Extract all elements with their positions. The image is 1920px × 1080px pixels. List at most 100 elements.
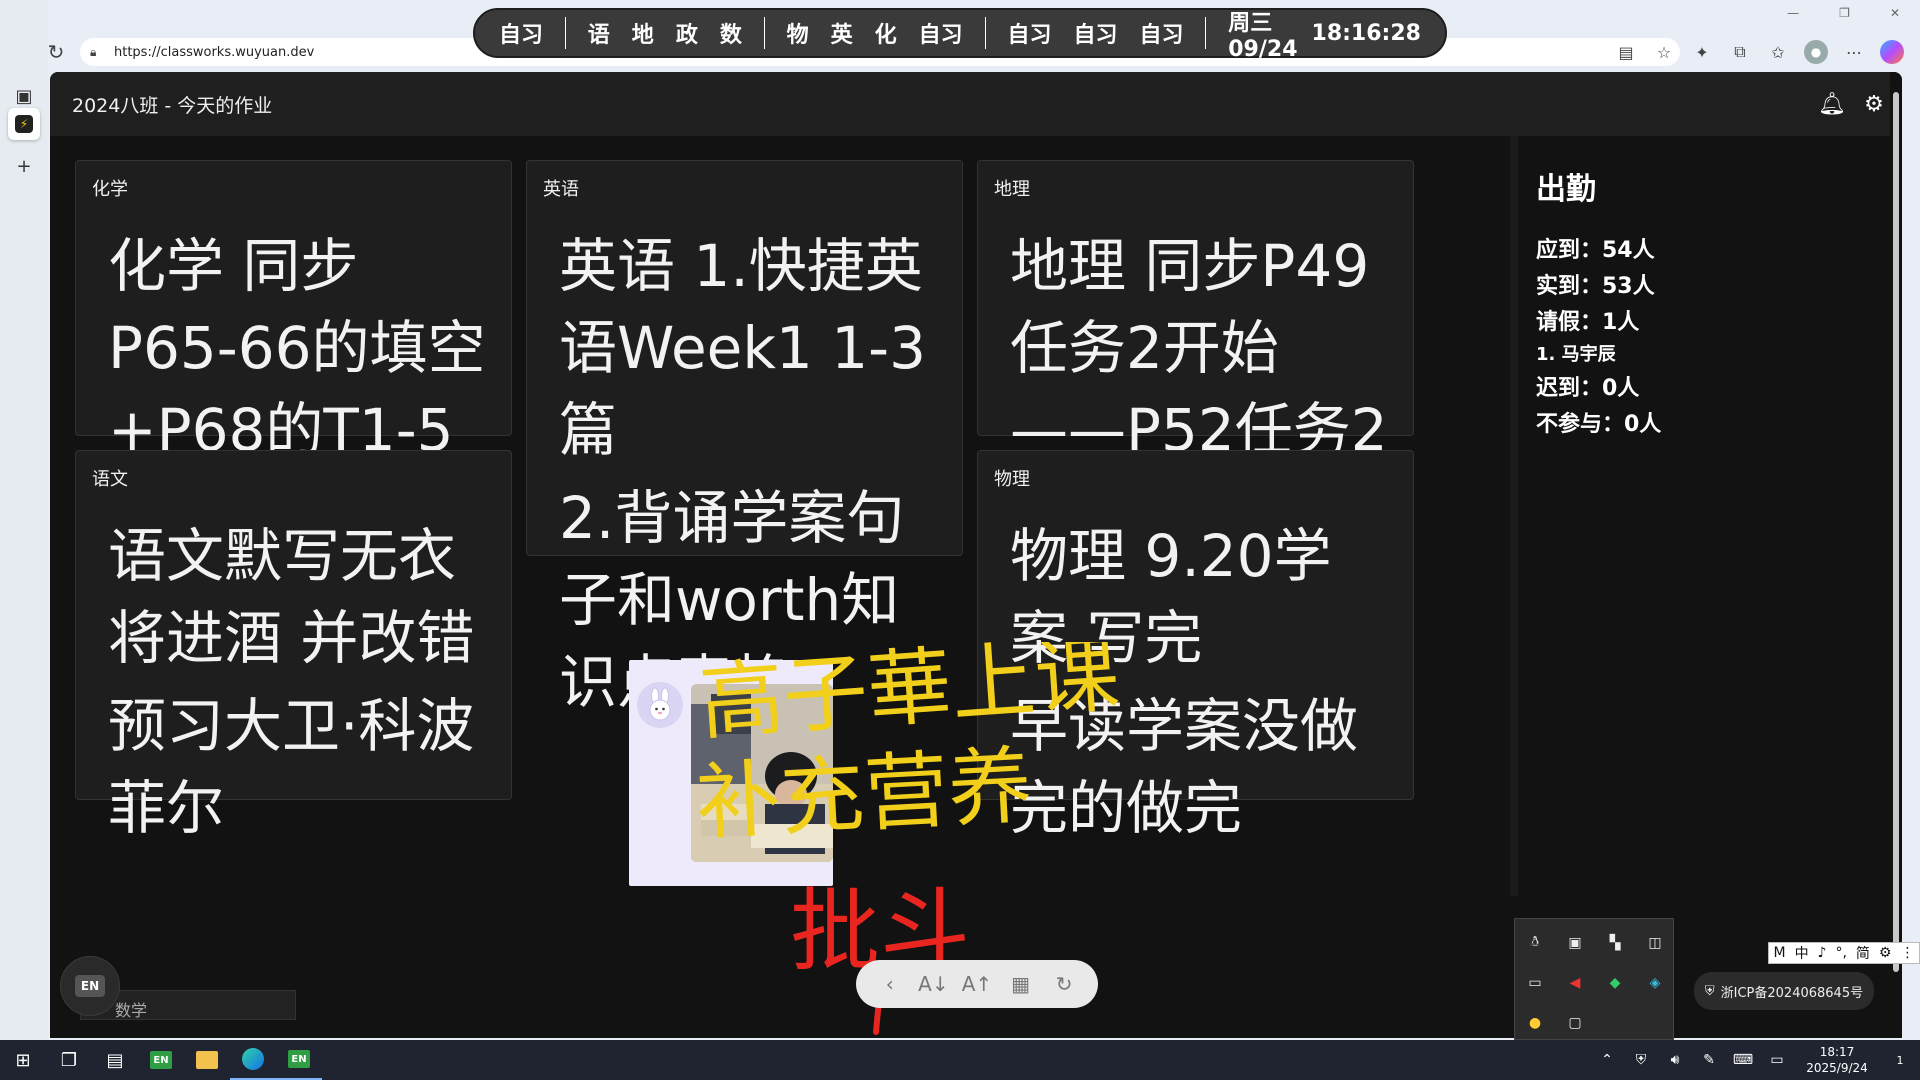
file-explorer-icon[interactable] [184, 1040, 230, 1080]
page-title: 2024八班 - 今天的作业 [72, 94, 273, 117]
refresh-board-icon[interactable]: ↻ [1048, 968, 1080, 1000]
easinote-active-icon[interactable]: EN [276, 1040, 322, 1080]
homework-board: 2024八班 - 今天的作业 🔔︎ ⚙ 化学 化学 同步P65-66的填空+P6… [50, 72, 1902, 1038]
attendance-late: 迟到：0人 [1536, 376, 1640, 401]
icp-badge[interactable]: ⛨ 浙ICP备2024068645号 [1694, 972, 1874, 1010]
font-increase-icon[interactable]: A↑ [961, 968, 993, 1000]
en-floating-button[interactable]: EN [60, 956, 120, 1016]
easinote-icon[interactable]: EN [138, 1040, 184, 1080]
schedule-period: 自习 [918, 23, 963, 48]
more-icon[interactable]: ⋯ [1842, 40, 1866, 64]
windows-taskbar: ⊞ ❐ ▤ EN EN ⌃ ⛨ 🔊︎ ✎ ⌨ ▭ 18:17 2025/9/24… [0, 1040, 1920, 1080]
qq-icon[interactable]: 🐧︎ [1515, 923, 1555, 963]
notification-count: 1 [1896, 1053, 1904, 1067]
attendance-title: 出勤 [1536, 172, 1596, 207]
favorites-icon[interactable]: ✩ [1766, 40, 1790, 64]
app-scrollbar[interactable] [1890, 72, 1902, 1038]
network-app-icon[interactable]: ◈ [1635, 963, 1675, 1003]
ime-mode-icon[interactable]: M [1773, 945, 1785, 961]
minimize-icon[interactable]: — [1787, 6, 1799, 20]
pen-icon[interactable]: ✎ [1692, 1052, 1726, 1068]
card-subject-label: 地理 [994, 179, 1030, 200]
new-tab-icon[interactable]: + [8, 150, 40, 182]
restore-icon[interactable]: ❐ [1839, 6, 1850, 20]
homework-card-chemistry[interactable]: 化学 化学 同步P65-66的填空+P68的T1-5 [75, 160, 512, 464]
chevron-up-icon[interactable]: ⌃ [1590, 1052, 1624, 1068]
app-tray-icon[interactable]: ▣ [1555, 923, 1595, 963]
notification-icon[interactable]: 1 [1880, 1040, 1920, 1080]
screen-app-icon[interactable]: ▢ [1555, 1003, 1595, 1043]
schedule-period: 政 [675, 23, 698, 48]
ime-chinese-toggle[interactable]: 中 [1795, 943, 1809, 963]
lock-icon: 🔒︎ [90, 45, 97, 59]
window-controls: — ❐ ✕ [1787, 6, 1900, 20]
font-decrease-icon[interactable]: A↓ [917, 968, 949, 1000]
speaker-app-icon[interactable]: ◀ [1555, 963, 1595, 1003]
scrollbar-thumb[interactable] [1893, 92, 1899, 972]
grid-app-icon[interactable]: ▚ [1595, 923, 1635, 963]
card-subject-label: 物理 [994, 469, 1030, 490]
user-app-icon[interactable]: ● [1515, 1003, 1555, 1043]
display-app-icon[interactable]: ▭ [1515, 963, 1555, 1003]
ime-moon-icon[interactable]: ♪ [1818, 945, 1827, 961]
ime-punctuation-toggle[interactable]: °, [1835, 945, 1846, 961]
clock-date: 2025/9/24 [1806, 1061, 1868, 1075]
schedule-period: 自习 [1139, 23, 1184, 48]
attendance-divider [1510, 136, 1518, 896]
prev-day-icon[interactable]: ‹ [874, 968, 906, 1000]
icp-text: 浙ICP备2024068645号 [1720, 985, 1864, 1001]
schedule-period: 物 [786, 23, 809, 48]
ime-settings-icon[interactable]: ⚙ [1879, 945, 1892, 961]
tab-classworks[interactable]: ⚡ [8, 108, 40, 140]
windows-start-icon[interactable]: ⊞ [0, 1040, 46, 1080]
puzzle-icon[interactable]: ⧉ [1728, 40, 1752, 64]
schedule-period: 数 [719, 23, 742, 48]
task-view-icon[interactable]: ❐ [46, 1040, 92, 1080]
keyboard-icon[interactable]: ⌨ [1726, 1052, 1760, 1068]
reader-icon[interactable]: ▤ [1614, 40, 1638, 64]
schedule-time: 18:16:28 [1311, 20, 1421, 46]
attendance-expected: 应到：54人 [1536, 238, 1655, 263]
ime-simplified-toggle[interactable]: 简 [1856, 943, 1870, 963]
profile-avatar[interactable]: ● [1804, 40, 1828, 64]
taskbar-clock[interactable]: 18:17 2025/9/24 [1794, 1044, 1880, 1076]
schedule-date: 周三 09/24 [1228, 10, 1298, 62]
bunny-avatar [637, 682, 683, 728]
attendance-absent: 不参与：0人 [1536, 412, 1662, 437]
cloud-app-icon[interactable]: ◫ [1635, 923, 1675, 963]
security-app-icon[interactable]: ◆ [1595, 963, 1635, 1003]
schedule-period: 自习 [499, 23, 544, 48]
homework-line: 预习大卫·科波菲尔 [108, 692, 475, 842]
bell-icon[interactable]: 🔔︎ [1818, 90, 1846, 118]
homework-line: 化学 同步P65-66的填空+P68的T1-5 [108, 232, 486, 464]
schedule-period: 语 [587, 23, 610, 48]
card-content: 语文默写无衣 将进酒 并改错 预习大卫·科波菲尔 [108, 515, 487, 855]
clock-time: 18:17 [1819, 1045, 1855, 1059]
homework-card-chinese[interactable]: 语文 语文默写无衣 将进酒 并改错 预习大卫·科波菲尔 [75, 450, 512, 842]
calendar-icon[interactable]: ▦ [1005, 968, 1037, 1000]
homework-card-geography[interactable]: 地理 地理 同步P49任务2开始——P52任务2之前 [977, 160, 1414, 546]
schedule-separator [565, 17, 566, 49]
extension-icon[interactable]: ✦ [1690, 40, 1714, 64]
en-badge-label: EN [75, 975, 105, 997]
classworks-favicon-icon: ⚡ [15, 115, 33, 133]
schedule-separator [1205, 17, 1207, 49]
app-tile-icon[interactable]: ▤ [92, 1040, 138, 1080]
ime-more-icon[interactable]: ⋮ [1900, 945, 1914, 961]
schedule-separator [763, 17, 765, 49]
shield-icon: ⛨ [1704, 983, 1715, 999]
handwriting-line: 高子華上课 [697, 642, 1123, 752]
shield-tray-icon[interactable]: ⛨ [1624, 1052, 1658, 1068]
display-icon[interactable]: ▭ [1760, 1052, 1794, 1068]
homework-card-english[interactable]: 英语 英语 1.快捷英语Week1 1-3篇 2.背诵学案句子和worth知识点… [526, 160, 963, 716]
edge-icon[interactable] [230, 1040, 276, 1080]
copilot-icon[interactable] [1880, 40, 1904, 64]
close-icon[interactable]: ✕ [1890, 6, 1900, 20]
gear-icon[interactable]: ⚙ [1860, 90, 1888, 118]
url-text: https://classworks.wuyuan.dev [114, 44, 315, 60]
schedule-period: 地 [631, 23, 654, 48]
schedule-period: 自习 [1073, 23, 1118, 48]
favorite-star-icon[interactable]: ☆ [1652, 40, 1676, 64]
handwriting-line: 补充营养 [694, 737, 1035, 852]
volume-icon[interactable]: 🔊︎ [1658, 1052, 1692, 1068]
